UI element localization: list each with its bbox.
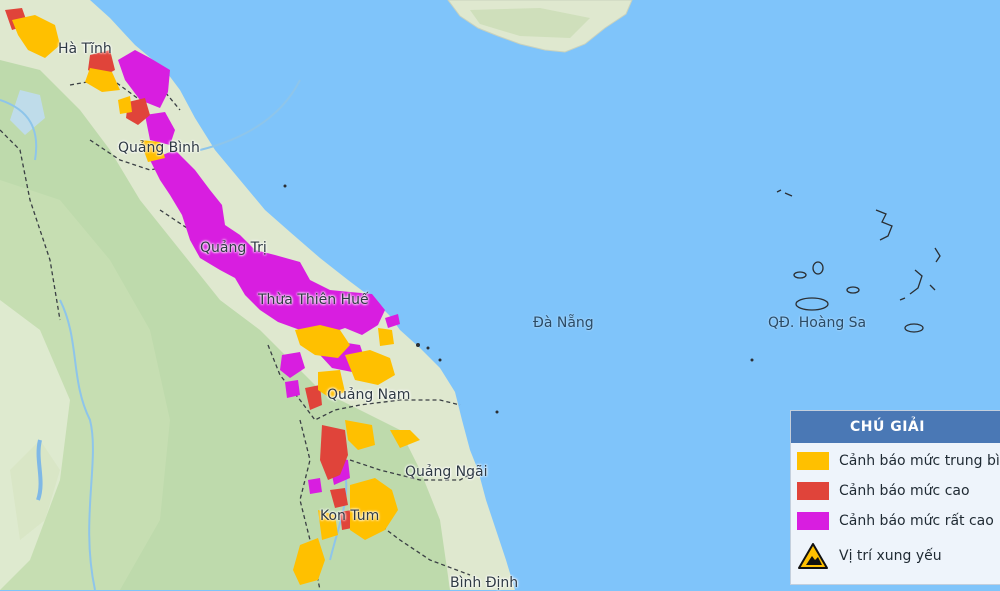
label-quang-tri: Quảng Trị [200, 240, 267, 256]
legend-title: CHÚ GIẢI [791, 411, 1000, 443]
legend-swatch-high [797, 482, 829, 500]
label-kon-tum: Kon Tum [320, 508, 380, 524]
label-quang-ngai: Quảng Ngãi [405, 464, 488, 480]
label-ha-tinh: Hà Tĩnh [58, 41, 112, 57]
legend-item-very-high: Cảnh báo mức rất cao [797, 509, 994, 533]
label-quang-nam: Quảng Nam [327, 387, 411, 403]
label-binh-dinh: Bình Định [450, 575, 519, 591]
label-thua-thien-hue: Thừa Thiên Huế [258, 292, 369, 308]
legend-swatch-very-high [797, 512, 829, 530]
label-quang-binh: Quảng Bình [118, 140, 200, 156]
legend-label-vulnerable: Vị trí xung yếu [839, 548, 942, 564]
map-legend: CHÚ GIẢI Cảnh báo mức trung bình Cảnh bá… [790, 410, 1000, 585]
legend-item-moderate: Cảnh báo mức trung bình [797, 449, 1000, 473]
legend-label-moderate: Cảnh báo mức trung bình [839, 453, 1000, 469]
legend-item-vulnerable: Vị trí xung yếu [797, 541, 942, 571]
legend-label-very-high: Cảnh báo mức rất cao [839, 513, 994, 529]
legend-swatch-moderate [797, 452, 829, 470]
legend-label-high: Cảnh báo mức cao [839, 483, 970, 499]
label-da-nang: Đà Nẵng [533, 315, 594, 331]
warning-triangle-icon [798, 543, 828, 569]
label-hoang-sa: QĐ. Hoàng Sa [768, 315, 867, 331]
legend-item-high: Cảnh báo mức cao [797, 479, 970, 503]
